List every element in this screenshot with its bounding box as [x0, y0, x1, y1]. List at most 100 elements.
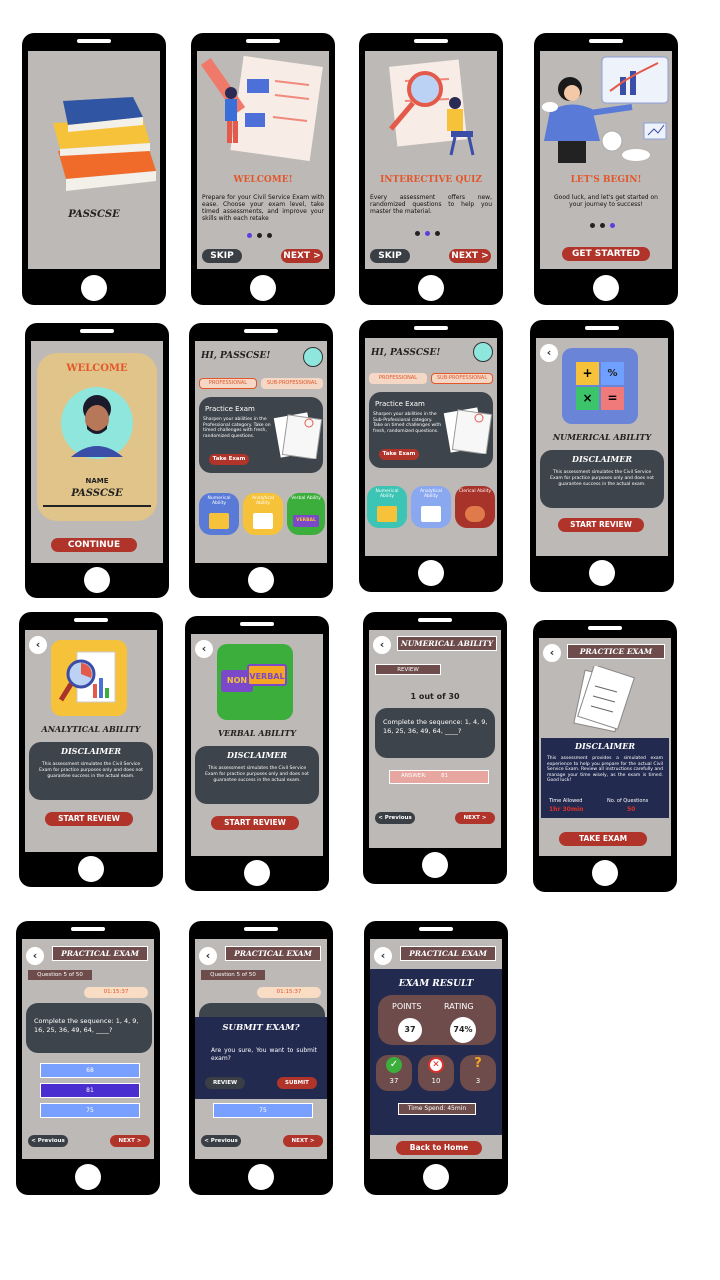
speaker	[80, 329, 114, 333]
onboarding-body: Prepare for your Civil Service Exam with…	[202, 194, 324, 222]
times-key: ×	[576, 387, 599, 410]
onboarding-body: Good luck, and let's get started on your…	[554, 194, 658, 208]
tab-sub-professional[interactable]: SUB-PROFESSIONAL	[431, 373, 493, 384]
exam-timer: 01:15:37	[257, 987, 321, 998]
name-underline	[43, 505, 151, 507]
answer-option-3[interactable]: 75	[213, 1103, 313, 1118]
screen-onboarding-welcome: WELCOME! Prepare for your Civil Service …	[197, 51, 329, 269]
next-button[interactable]: NEXT >	[281, 249, 323, 263]
back-button[interactable]: ‹	[540, 344, 558, 362]
user-avatar[interactable]	[303, 347, 323, 367]
speaker	[77, 39, 111, 43]
magnifier-illustration	[389, 59, 475, 156]
next-button[interactable]: NEXT >	[455, 812, 495, 824]
tab-professional[interactable]: PROFESSIONAL	[369, 373, 427, 384]
dialog-body: Are you sure, You want to submit exam?	[211, 1047, 317, 1062]
phone-practice-exam: ‹ PRACTICE EXAM DISCLAIMER This assessme…	[533, 620, 677, 892]
onboarding-title: LET'S BEGIN!	[570, 175, 642, 185]
question-text: Complete the sequence: 1, 4, 9, 16, 25, …	[383, 718, 488, 735]
back-button[interactable]: ‹	[543, 644, 561, 662]
screen-splash: PASSCSE	[28, 51, 160, 269]
back-button[interactable]: ‹	[26, 947, 44, 965]
home-button[interactable]	[418, 560, 444, 586]
home-button[interactable]	[81, 275, 107, 301]
magnifier-chart-icon	[59, 651, 116, 703]
home-button[interactable]	[75, 1164, 101, 1190]
home-button[interactable]	[248, 1164, 274, 1190]
disclaimer-body: This assessment simulates the Civil Serv…	[205, 766, 309, 783]
back-button[interactable]: ‹	[195, 640, 213, 658]
back-button[interactable]: ‹	[373, 636, 391, 654]
tab-sub-professional[interactable]: SUB-PROFESSIONAL	[261, 378, 323, 389]
take-exam-button[interactable]: Take Exam	[379, 449, 419, 460]
page-dots	[415, 231, 440, 236]
answer-label: ANSWER:	[401, 773, 427, 779]
back-button[interactable]: ‹	[374, 947, 392, 965]
screen-header: PRACTICAL EXAM	[52, 946, 148, 961]
continue-button[interactable]: CONTINUE	[51, 538, 137, 552]
screen-exam-result: ‹ PRACTICAL EXAM EXAM RESULT POINTS RATI…	[370, 939, 502, 1159]
start-review-button[interactable]: START REVIEW	[558, 518, 644, 532]
home-button[interactable]	[248, 567, 274, 593]
start-review-button[interactable]: START REVIEW	[211, 816, 299, 830]
screen-analytical: ‹ ANALYTICAL ABILITY DISCLAIMER This ass…	[25, 630, 157, 852]
onboarding-body: Every assessment offers new, randomized …	[370, 194, 492, 215]
exam-papers-illustration	[573, 666, 635, 733]
phone-submit-exam: ‹ PRACTICAL EXAM Question 5 of 50 01:15:…	[189, 921, 333, 1195]
answer-option-3[interactable]: 75	[40, 1103, 140, 1118]
tile-clerical-label: Clerical Ability	[458, 489, 492, 494]
practice-body: This assessment provides a simulated exa…	[547, 756, 663, 783]
home-button[interactable]	[418, 275, 444, 301]
home-button[interactable]	[250, 275, 276, 301]
calculator-icon	[377, 506, 397, 522]
disclaimer-body: This assessment simulates the Civil Serv…	[550, 470, 654, 487]
back-button[interactable]: ‹	[29, 636, 47, 654]
disclaimer-heading: DISCLAIMER	[575, 741, 635, 751]
start-review-button[interactable]: START REVIEW	[45, 812, 133, 826]
next-button[interactable]: NEXT >	[283, 1135, 323, 1147]
user-avatar[interactable]	[473, 342, 493, 362]
next-button[interactable]: NEXT >	[449, 249, 491, 263]
get-started-button[interactable]: GET STARTED	[562, 247, 650, 261]
submit-button[interactable]: SUBMIT	[277, 1077, 317, 1089]
home-button[interactable]	[78, 856, 104, 882]
time-allowed-label: Time Allowed	[549, 798, 583, 804]
books-illustration	[53, 97, 156, 191]
greeting: HI, PASSCSE!	[201, 351, 271, 361]
answer-option-2-selected[interactable]: 81	[40, 1083, 140, 1098]
card-body: Sharpen your abilities in the Sub-Profes…	[373, 412, 442, 434]
answer-option-1[interactable]: 68	[40, 1063, 140, 1078]
disclaimer-heading: DISCLAIMER	[61, 746, 121, 756]
question-icon: ?	[474, 1056, 482, 1071]
home-button[interactable]	[589, 560, 615, 586]
back-to-home-button[interactable]: Back to Home	[396, 1141, 482, 1155]
screen-header: PRACTICE EXAM	[567, 644, 665, 659]
home-button[interactable]	[84, 567, 110, 593]
take-exam-button[interactable]: TAKE EXAM	[559, 832, 647, 846]
home-button[interactable]	[244, 860, 270, 886]
tab-professional[interactable]: PROFESSIONAL	[199, 378, 257, 389]
home-button[interactable]	[422, 852, 448, 878]
home-button[interactable]	[423, 1164, 449, 1190]
skip-button[interactable]: SKIP	[370, 249, 410, 263]
review-button[interactable]: REVIEW	[205, 1077, 245, 1089]
next-button[interactable]: NEXT >	[110, 1135, 150, 1147]
previous-button[interactable]: < Previous	[375, 812, 415, 824]
name-value[interactable]: PASSCSE	[31, 488, 163, 499]
back-button[interactable]: ‹	[199, 947, 217, 965]
screen-exam-question: ‹ PRACTICAL EXAM Question 5 of 50 01:15:…	[22, 939, 154, 1159]
previous-button[interactable]: < Previous	[28, 1135, 68, 1147]
skip-button[interactable]: SKIP	[202, 249, 242, 263]
avatar	[61, 387, 133, 459]
phone-onboarding-welcome: WELCOME! Prepare for your Civil Service …	[191, 33, 335, 305]
review-tag: REVIEW	[375, 664, 441, 675]
home-button[interactable]	[593, 275, 619, 301]
previous-button[interactable]: < Previous	[201, 1135, 241, 1147]
verbal-badge-icon: VERBAL	[293, 515, 319, 527]
section-title: NUMERICAL ABILITY	[552, 432, 652, 442]
take-exam-button[interactable]: Take Exam	[209, 454, 249, 465]
home-button[interactable]	[592, 860, 618, 886]
screen-verbal: ‹ NON VERBAL VERBAL ABILITY DISCLAIMER T…	[191, 634, 323, 856]
tile-numerical-label: Numerical Ability	[375, 489, 399, 499]
card-title: Practice Exam	[375, 400, 425, 408]
